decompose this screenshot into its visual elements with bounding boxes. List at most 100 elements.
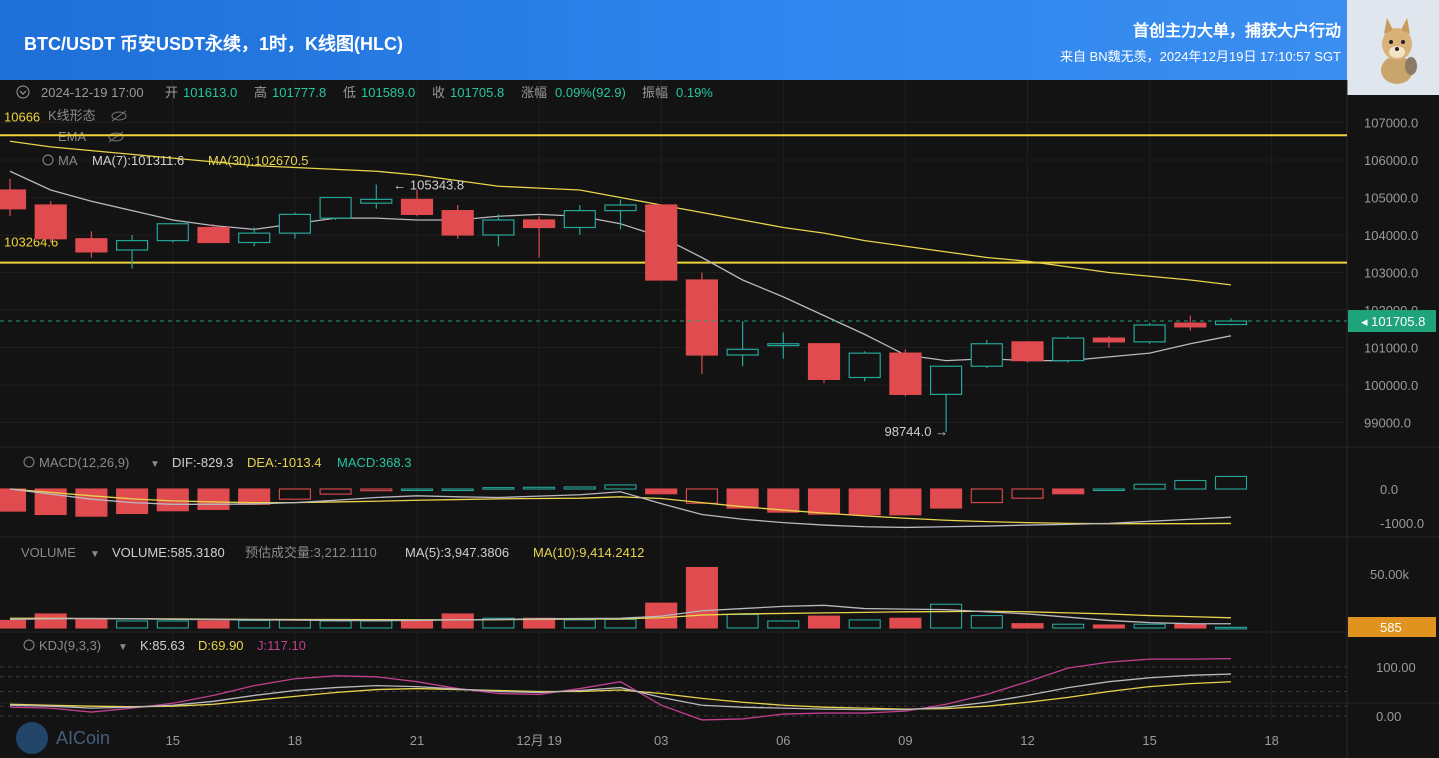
macd-tick-label: -1000.0 xyxy=(1380,516,1424,531)
chart-canvas[interactable]: 2024-12-19 17:00 开 101613.0 高 101777.8 低… xyxy=(0,0,1439,758)
macd-histogram-bar xyxy=(889,488,922,516)
volume-bar xyxy=(1174,623,1207,629)
price-tick-label: 106000.0 xyxy=(1364,153,1418,168)
macd-label[interactable]: MACD(12,26,9) xyxy=(39,455,129,470)
candle-body xyxy=(238,232,271,244)
candle-body xyxy=(156,223,189,242)
candle-body xyxy=(75,238,108,253)
kdj-panel xyxy=(0,657,1347,721)
macd-dif: DIF:-829.3 xyxy=(172,455,233,470)
macd-settings-icon[interactable] xyxy=(23,456,35,468)
ema-label[interactable]: EMA xyxy=(58,129,87,144)
volume-bar xyxy=(1092,624,1125,629)
grid xyxy=(0,80,1439,758)
volume-panel xyxy=(0,566,1248,630)
open-label: 开 xyxy=(165,85,178,100)
candle-body xyxy=(522,219,556,229)
kdj-dropdown-icon[interactable]: ▼ xyxy=(118,642,128,653)
collapse-chevron-icon[interactable] xyxy=(16,85,30,99)
ema-eye-icon[interactable] xyxy=(108,131,124,143)
macd-histogram-bar xyxy=(1174,479,1207,490)
macd-histogram-bar xyxy=(1133,483,1166,490)
macd-histogram-bar xyxy=(523,486,556,490)
volume-label[interactable]: VOLUME xyxy=(21,545,76,560)
axes: 15 18 21 12月 19 03 06 09 12 15 18 99000.0 100000.0 1… xyxy=(166,116,1436,748)
volume-bar xyxy=(1214,626,1248,630)
ohlc-info-row: 2024-12-19 17:00 开 101613.0 高 101777.8 低… xyxy=(16,85,713,100)
macd-dea: DEA:-1013.4 xyxy=(247,455,321,470)
pattern-eye-icon[interactable] xyxy=(111,110,127,122)
volume-bar xyxy=(156,620,189,629)
macd-value: MACD:368.3 xyxy=(337,455,411,470)
macd-histogram-bar xyxy=(1052,488,1085,495)
change-label: 涨幅 xyxy=(521,85,547,100)
candle-body xyxy=(970,343,1003,367)
volume-bar xyxy=(807,615,841,629)
volume-bar xyxy=(197,620,230,629)
macd-histogram-bar xyxy=(1214,475,1248,490)
volume-bar xyxy=(75,618,108,629)
price-tick-label: 105000.0 xyxy=(1364,191,1418,206)
candle-body xyxy=(1174,322,1207,328)
candle-body xyxy=(482,219,515,236)
volume-bar xyxy=(604,618,637,629)
macd-panel xyxy=(0,475,1248,529)
price-tick-label: 99000.0 xyxy=(1364,416,1411,431)
volume-bar xyxy=(360,620,393,629)
volume-bar xyxy=(278,619,311,629)
low-label: 低 xyxy=(343,85,356,100)
candle-body xyxy=(685,279,719,356)
kdj-k: K:85.63 xyxy=(140,638,185,653)
candle-body xyxy=(278,213,311,234)
kdj-tick-label: 0.00 xyxy=(1376,709,1401,724)
macd-histogram-bar xyxy=(75,488,108,517)
kdj-settings-icon[interactable] xyxy=(23,639,35,651)
candle-body xyxy=(115,240,149,251)
macd-histogram-bar xyxy=(563,486,596,490)
volume-bar xyxy=(116,620,149,629)
volume-bar xyxy=(970,615,1003,629)
volume-dropdown-icon[interactable]: ▼ xyxy=(90,549,100,560)
candle-body xyxy=(807,343,841,380)
volume-bar xyxy=(0,619,27,629)
ma-label[interactable]: MA xyxy=(58,153,78,168)
volume-bar xyxy=(889,617,922,629)
volume-bar xyxy=(319,620,352,629)
amp-label: 振幅 xyxy=(642,85,668,100)
candle-body xyxy=(645,204,678,281)
kdj-tick-label: 100.00 xyxy=(1376,660,1416,675)
high-value: 101777.8 xyxy=(272,85,326,100)
kdj-d-line xyxy=(9,681,1232,710)
amp-value: 0.19% xyxy=(676,85,713,100)
candle-body xyxy=(441,210,474,236)
candle-body xyxy=(767,343,800,347)
volume-ma10: MA(10):9,414.2412 xyxy=(533,545,644,560)
x-tick-label: 15 xyxy=(1142,733,1156,748)
x-tick-label: 18 xyxy=(288,733,302,748)
volume-bar xyxy=(400,620,434,629)
last-price-label: ◂ 101705.8 xyxy=(1361,314,1425,329)
price-tick-label: 100000.0 xyxy=(1364,378,1418,393)
x-tick-label: 06 xyxy=(776,733,790,748)
candle-body xyxy=(726,348,759,356)
kdj-j: J:117.10 xyxy=(257,638,306,653)
high-label: 高 xyxy=(254,85,267,100)
candle-body xyxy=(1011,341,1044,362)
x-tick-label: 03 xyxy=(654,733,668,748)
macd-histogram-bar xyxy=(930,488,963,509)
macd-histogram-bar xyxy=(319,488,352,495)
macd-histogram-bar xyxy=(441,488,474,492)
volume-estimate: 预估成交量:3,212.1110 xyxy=(245,545,377,560)
price-tick-label: 103000.0 xyxy=(1364,266,1418,281)
candle-body xyxy=(929,365,963,395)
candle-body xyxy=(604,204,637,212)
kdj-label[interactable]: KDJ(9,3,3) xyxy=(39,638,101,653)
volume-bar xyxy=(726,613,759,629)
volume-bar xyxy=(1133,623,1166,629)
macd-histogram-bar xyxy=(400,488,434,492)
volume-last-label: 585 xyxy=(1380,620,1402,635)
macd-dropdown-icon[interactable]: ▼ xyxy=(150,459,160,470)
x-tick-label: 18 xyxy=(1264,733,1278,748)
pattern-label[interactable]: K线形态 xyxy=(48,108,96,123)
candle-body xyxy=(563,210,596,229)
